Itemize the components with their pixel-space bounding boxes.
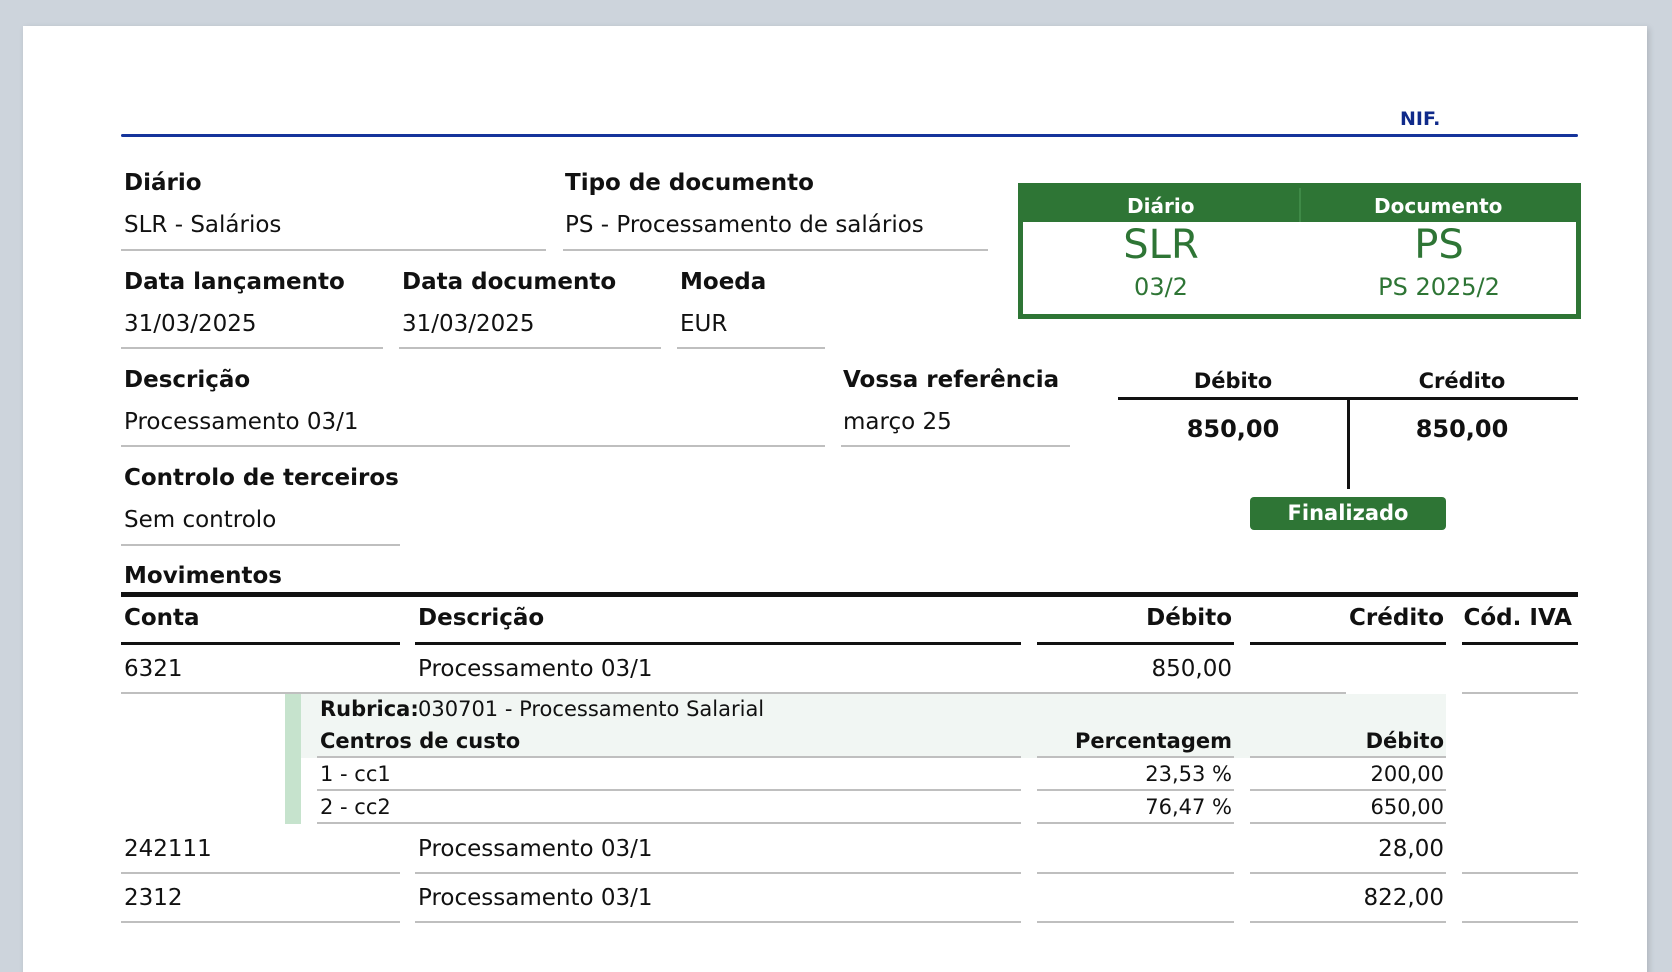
total-credito-label: Crédito — [1418, 369, 1506, 393]
detail-divider — [317, 822, 1021, 824]
row-conta: 2312 — [124, 885, 183, 911]
doc-box-diario-code: SLR — [1123, 222, 1199, 268]
col-conta-header: Conta — [124, 605, 200, 631]
controlo-terceiros-value: Sem controlo — [124, 507, 277, 533]
rubrica-label: Rubrica: — [320, 697, 419, 721]
doc-box-documento-header: Documento — [1374, 194, 1503, 218]
row-descricao: Processamento 03/1 — [418, 656, 653, 682]
moeda-value: EUR — [680, 311, 728, 337]
row-divider — [121, 921, 400, 923]
row-debito: 850,00 — [1151, 656, 1232, 682]
total-debito-label: Débito — [1193, 369, 1273, 393]
row-divider — [1037, 921, 1234, 923]
document-id-box: Diário Documento SLR PS 03/2 PS 2025/2 — [1018, 183, 1581, 319]
cost-center-debito: 650,00 — [1370, 795, 1444, 819]
tipo-documento-value: PS - Processamento de salários — [565, 212, 924, 238]
nif-label: NIF. — [1400, 108, 1441, 130]
data-lancamento-label: Data lançamento — [124, 269, 345, 295]
rubrica-detail-bar — [285, 694, 301, 824]
row-divider — [121, 872, 400, 874]
col-debito-underline — [1037, 642, 1234, 645]
col-cod-iva-header: Cód. IVA — [1463, 605, 1573, 631]
col-descricao-underline — [415, 642, 1021, 645]
data-documento-underline — [399, 347, 661, 349]
tipo-documento-underline — [563, 249, 988, 251]
data-lancamento-underline — [121, 347, 383, 349]
col-conta-underline — [121, 642, 400, 645]
cost-center-debito: 200,00 — [1370, 762, 1444, 786]
centros-custo-label: Centros de custo — [320, 729, 521, 753]
cost-center-percentage: 23,53 % — [1145, 762, 1232, 786]
document-id-header: Diário Documento — [1023, 188, 1576, 222]
tipo-documento-label: Tipo de documento — [565, 170, 814, 196]
status-badge: Finalizado — [1250, 497, 1446, 530]
descricao-value: Processamento 03/1 — [124, 409, 359, 435]
row-divider — [1250, 872, 1446, 874]
doc-box-diario-number: 03/2 — [1134, 273, 1188, 301]
detail-divider — [1037, 756, 1234, 758]
vossa-referencia-label: Vossa referência — [843, 367, 1060, 393]
row-descricao: Processamento 03/1 — [418, 885, 653, 911]
cost-center-name: 1 - cc1 — [320, 762, 391, 786]
detail-divider — [317, 789, 1021, 791]
detail-debito-label: Débito — [1365, 729, 1444, 753]
row-divider — [1250, 921, 1446, 923]
totals-vertical-divider — [1347, 397, 1350, 489]
cost-center-percentage: 76,47 % — [1145, 795, 1232, 819]
doc-box-diario-header: Diário — [1023, 188, 1301, 222]
row-divider — [1462, 921, 1578, 923]
diario-underline — [121, 249, 546, 251]
detail-divider — [1250, 822, 1446, 824]
descricao-label: Descrição — [124, 367, 251, 393]
col-cod-iva-underline — [1462, 642, 1578, 645]
row-divider — [415, 872, 1021, 874]
moeda-underline — [677, 347, 825, 349]
cost-center-name: 2 - cc2 — [320, 795, 391, 819]
controlo-terceiros-label: Controlo de terceiros — [124, 465, 399, 491]
col-descricao-header: Descrição — [418, 605, 545, 631]
descricao-underline — [121, 445, 825, 447]
vossa-referencia-underline — [841, 445, 1070, 447]
total-credito-value: 850,00 — [1415, 415, 1509, 443]
doc-box-documento-code: PS — [1414, 222, 1464, 268]
movimentos-title: Movimentos — [124, 563, 282, 589]
row-divider — [415, 921, 1021, 923]
moeda-label: Moeda — [680, 269, 767, 295]
row-conta: 242111 — [124, 836, 212, 862]
row-credito: 822,00 — [1363, 885, 1444, 911]
detail-divider — [1250, 756, 1446, 758]
row-divider — [1462, 692, 1578, 694]
col-credito-underline — [1250, 642, 1446, 645]
diario-label: Diário — [124, 170, 202, 196]
diario-value: SLR - Salários — [124, 212, 282, 238]
detail-divider — [1037, 789, 1234, 791]
header-divider — [121, 134, 1578, 137]
row-divider — [1462, 872, 1578, 874]
data-documento-value: 31/03/2025 — [402, 311, 535, 337]
row-divider — [1037, 872, 1234, 874]
movimentos-divider — [121, 592, 1578, 597]
controlo-terceiros-underline — [121, 544, 400, 546]
total-debito-value: 850,00 — [1186, 415, 1280, 443]
vossa-referencia-value: março 25 — [843, 409, 952, 435]
row-descricao: Processamento 03/1 — [418, 836, 653, 862]
rubrica-value: 030701 - Processamento Salarial — [418, 697, 765, 721]
row-conta: 6321 — [124, 656, 183, 682]
doc-box-documento-number: PS 2025/2 — [1378, 273, 1500, 301]
percentagem-label: Percentagem — [1075, 729, 1232, 753]
row-credito: 28,00 — [1378, 836, 1444, 862]
detail-divider — [1037, 822, 1234, 824]
data-lancamento-value: 31/03/2025 — [124, 311, 257, 337]
detail-divider — [1250, 789, 1446, 791]
detail-divider — [317, 756, 1021, 758]
col-credito-header: Crédito — [1349, 605, 1444, 631]
data-documento-label: Data documento — [402, 269, 617, 295]
col-debito-header: Débito — [1146, 605, 1232, 631]
